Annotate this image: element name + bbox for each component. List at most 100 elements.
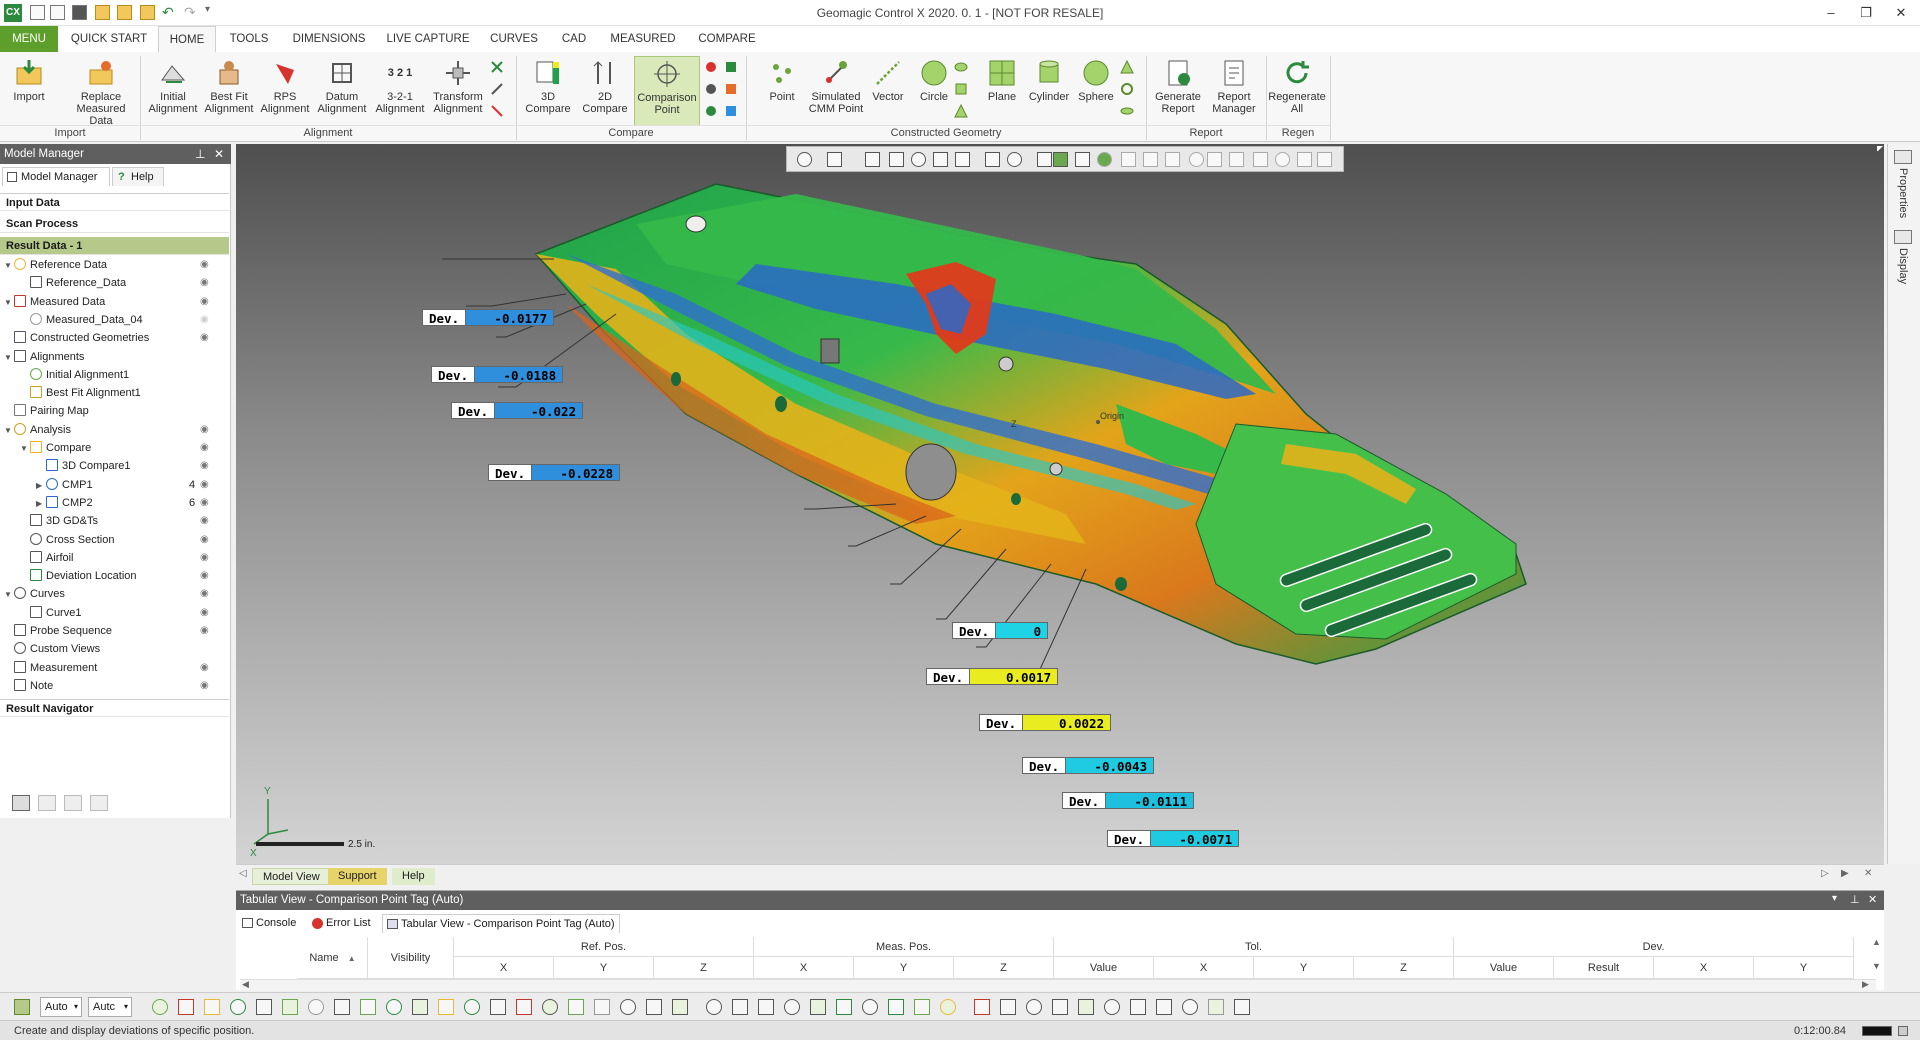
- tab-cad[interactable]: CAD: [550, 26, 598, 52]
- display-option-icon[interactable]: [360, 999, 376, 1015]
- scroll-left-arrow-icon[interactable]: ◀: [242, 979, 249, 990]
- properties-dock-icon[interactable]: [1894, 150, 1912, 164]
- display-option-icon[interactable]: [974, 999, 990, 1015]
- tree-item-curve1[interactable]: Curve1 ◉: [0, 604, 229, 622]
- visibility-eye-icon[interactable]: ◉: [200, 662, 210, 673]
- display-option-icon[interactable]: [1156, 999, 1172, 1015]
- scroll-up-arrow-icon[interactable]: ▲: [1872, 937, 1881, 947]
- tree-item-measured-data[interactable]: ▼ Measured Data ◉: [0, 293, 229, 311]
- tabular-close-icon[interactable]: ✕: [1868, 893, 1877, 906]
- column-subheader[interactable]: X: [754, 957, 854, 979]
- display-option-icon[interactable]: [256, 999, 272, 1015]
- tree-item-custom-views[interactable]: Custom Views: [0, 640, 229, 658]
- simulated-cmm-point-button[interactable]: Simulated CMM Point: [808, 56, 864, 126]
- tree-item-constructed-geometries[interactable]: Constructed Geometries ◉: [0, 329, 229, 347]
- tree-item-3d-gd-ts[interactable]: 3D GD&Ts ◉: [0, 512, 229, 530]
- display-option-icon[interactable]: [1104, 999, 1120, 1015]
- column-subheader[interactable]: X: [1654, 957, 1754, 979]
- tree-item-airfoil[interactable]: Airfoil ◉: [0, 549, 229, 567]
- display-option-icon[interactable]: [1130, 999, 1146, 1015]
- tab-tools[interactable]: TOOLS: [218, 26, 280, 52]
- tab-console[interactable]: Console: [238, 914, 300, 933]
- deviation-tag[interactable]: Dev. 0: [952, 622, 1049, 639]
- scroll-right-icon[interactable]: ▷: [1821, 868, 1829, 879]
- deviation-tag[interactable]: Dev. -0.0228: [488, 464, 621, 481]
- scroll-right-arrow-icon[interactable]: ▶: [1862, 979, 1869, 990]
- display-option-icon[interactable]: [386, 999, 402, 1015]
- tab-menu[interactable]: MENU: [0, 26, 58, 52]
- display-option-icon[interactable]: [568, 999, 584, 1015]
- geometry-mini-icon-2[interactable]: [954, 82, 968, 96]
- navigator-tool-icon-3[interactable]: [90, 795, 108, 811]
- selection-mode-icon[interactable]: [14, 999, 30, 1015]
- column-header-visibility[interactable]: Visibility: [368, 937, 454, 979]
- 3d-compare-button[interactable]: 3D Compare: [522, 56, 574, 126]
- display-option-icon[interactable]: [594, 999, 610, 1015]
- horizontal-scrollbar[interactable]: [240, 979, 1876, 991]
- expand-toggle-icon[interactable]: ▼: [20, 440, 30, 458]
- visibility-eye-icon[interactable]: ◉: [200, 296, 210, 307]
- tree-item-cmp1[interactable]: ▶ CMP1 4 ◉: [0, 476, 229, 494]
- deviation-tag[interactable]: Dev. -0.0177: [422, 309, 555, 326]
- scan-process-section[interactable]: Scan Process: [0, 215, 229, 233]
- display-option-icon[interactable]: [836, 999, 852, 1015]
- column-subheader[interactable]: Value: [1454, 957, 1554, 979]
- display-option-icon[interactable]: [1208, 999, 1224, 1015]
- tab-dimensions[interactable]: DIMENSIONS: [282, 26, 376, 52]
- geometry-mini-icon-1[interactable]: [954, 60, 968, 74]
- pin-icon[interactable]: ⊥: [195, 144, 205, 164]
- tab-close-icon[interactable]: ✕: [1864, 868, 1872, 879]
- vector-button[interactable]: Vector: [866, 56, 910, 126]
- report-manager-button[interactable]: Report Manager: [1206, 56, 1262, 126]
- display-option-icon[interactable]: [1182, 999, 1198, 1015]
- display-option-icon[interactable]: [464, 999, 480, 1015]
- tree-item-cmp2[interactable]: ▶ CMP2 6 ◉: [0, 494, 229, 512]
- alignment-mini-icon-3[interactable]: [490, 104, 504, 118]
- display-option-icon[interactable]: [230, 999, 246, 1015]
- column-subheader[interactable]: X: [454, 957, 554, 979]
- tree-item-3d-compare1[interactable]: 3D Compare1 ◉: [0, 457, 229, 475]
- tree-item-probe-sequence[interactable]: Probe Sequence ◉: [0, 622, 229, 640]
- column-subheader[interactable]: Result: [1554, 957, 1654, 979]
- display-dock-icon[interactable]: [1894, 230, 1912, 244]
- column-subheader[interactable]: Y: [854, 957, 954, 979]
- display-option-icon[interactable]: [542, 999, 558, 1015]
- display-option-icon[interactable]: [672, 999, 688, 1015]
- visibility-eye-icon[interactable]: ◉: [200, 278, 210, 288]
- tree-item-best-fit-alignment1[interactable]: Best Fit Alignment1: [0, 384, 229, 402]
- visibility-eye-icon[interactable]: ◉: [200, 552, 210, 563]
- display-option-icon[interactable]: [152, 999, 168, 1015]
- tab-tabular-view[interactable]: Tabular View - Comparison Point Tag (Aut…: [382, 914, 620, 933]
- alignment-mini-icon-2[interactable]: [490, 82, 504, 96]
- display-option-icon[interactable]: [1234, 999, 1250, 1015]
- column-header-name[interactable]: Name ▲: [298, 937, 368, 979]
- expand-toggle-icon[interactable]: ▶: [36, 477, 46, 495]
- tab-live-capture[interactable]: LIVE CAPTURE: [378, 26, 478, 52]
- tree-item-analysis[interactable]: ▼ Analysis ◉: [0, 421, 229, 439]
- tree-item-curves[interactable]: ▼ Curves ◉: [0, 585, 229, 603]
- compare-mini-icon-2[interactable]: [704, 82, 718, 96]
- tab-support[interactable]: Support: [328, 868, 387, 885]
- tab-home[interactable]: HOME: [158, 26, 216, 52]
- display-option-icon[interactable]: [862, 999, 878, 1015]
- visibility-eye-icon[interactable]: ◉: [200, 607, 210, 618]
- tabular-pin-icon[interactable]: ⊥: [1850, 893, 1860, 906]
- column-subheader[interactable]: Y: [554, 957, 654, 979]
- selection-mode-select[interactable]: Auto ▾: [40, 997, 82, 1017]
- geometry-mini-icon-5[interactable]: [1120, 82, 1134, 96]
- tab-model-view[interactable]: Model View: [252, 868, 331, 885]
- compare-mini-icon-3[interactable]: [704, 104, 718, 118]
- display-option-icon[interactable]: [438, 999, 454, 1015]
- deviation-tag[interactable]: Dev. -0.0071: [1107, 830, 1240, 847]
- display-option-icon[interactable]: [516, 999, 532, 1015]
- transform-alignment-button[interactable]: Transform Alignment: [430, 56, 486, 126]
- visibility-eye-icon[interactable]: ◉: [200, 443, 210, 453]
- display-option-icon[interactable]: [706, 999, 722, 1015]
- display-option-icon[interactable]: [490, 999, 506, 1015]
- generate-report-button[interactable]: Generate Report: [1150, 56, 1206, 126]
- replace-measured-data-button[interactable]: Replace Measured Data: [64, 56, 138, 127]
- result-data-section[interactable]: Result Data - 1: [0, 237, 229, 255]
- deviation-tag[interactable]: Dev. -0.0111: [1062, 792, 1195, 809]
- plane-button[interactable]: Plane: [980, 56, 1024, 126]
- display-option-icon[interactable]: [1078, 999, 1094, 1015]
